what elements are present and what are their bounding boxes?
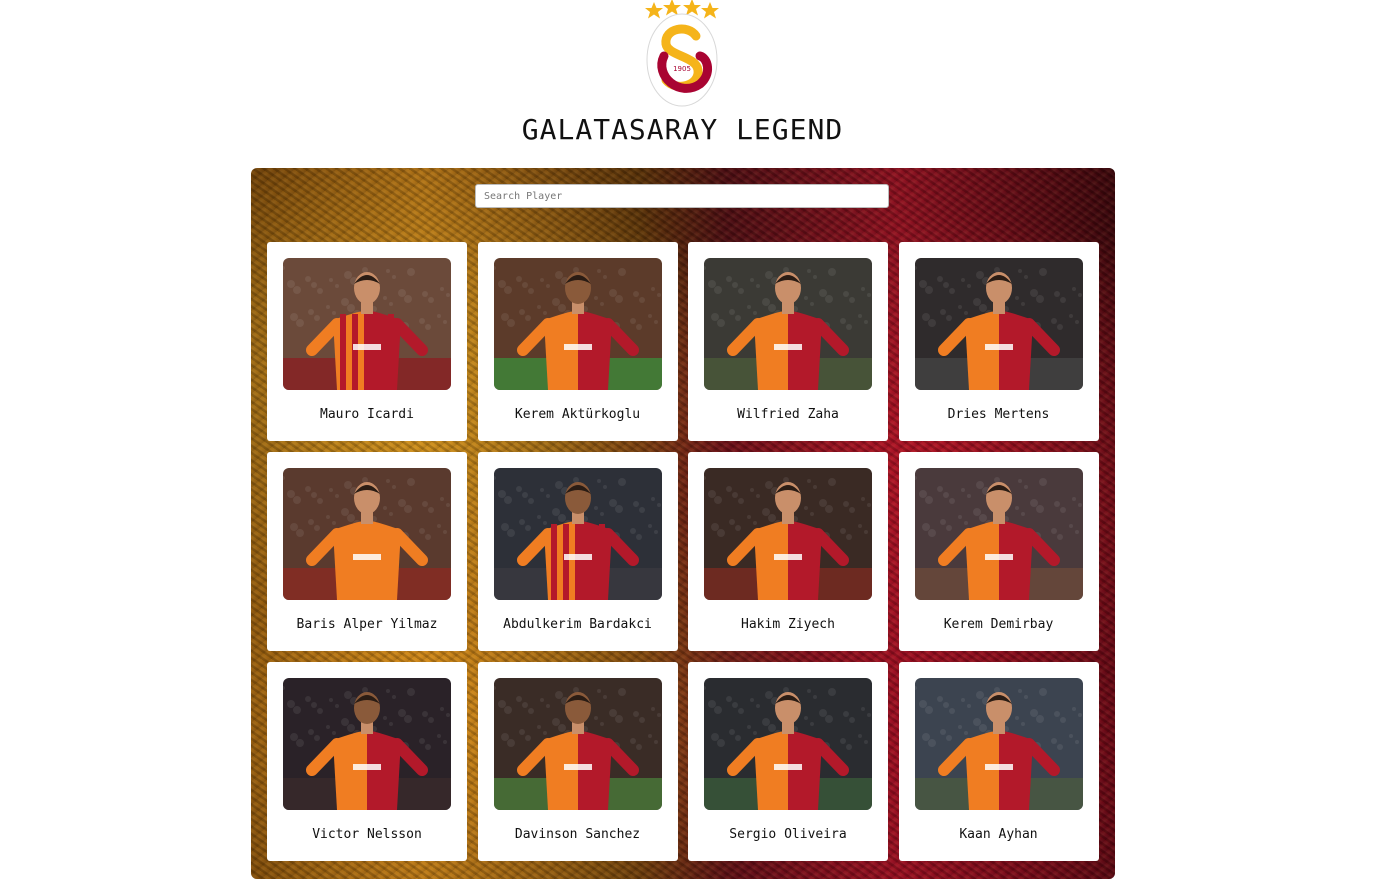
- player-name: Baris Alper Yilmaz: [296, 617, 438, 632]
- page-header: 1905 GALATASARAY LEGEND: [0, 0, 1385, 168]
- player-photo: [493, 468, 662, 600]
- players-panel: Mauro Icardi Kerem Aktürkoglu Wilfried Zah…: [251, 168, 1115, 879]
- player-name: Davinson Sanchez: [514, 827, 641, 842]
- player-photo: [914, 678, 1083, 810]
- player-name: Kaan Ayhan: [959, 827, 1038, 842]
- player-photo: [493, 678, 662, 810]
- player-card[interactable]: Hakim Ziyech: [688, 452, 888, 651]
- player-photo: [914, 468, 1083, 600]
- player-photo: [704, 678, 872, 810]
- player-card[interactable]: Wilfried Zaha: [688, 242, 888, 441]
- player-photo: [493, 258, 662, 390]
- player-photo: [283, 678, 451, 810]
- player-photo: [704, 468, 872, 600]
- player-card[interactable]: Baris Alper Yilmaz: [267, 452, 467, 651]
- player-name: Wilfried Zaha: [737, 407, 839, 422]
- player-photo: [914, 258, 1083, 390]
- player-card[interactable]: Victor Nelsson: [267, 662, 467, 861]
- player-name: Sergio Oliveira: [729, 827, 847, 842]
- player-card[interactable]: Kaan Ayhan: [898, 662, 1099, 861]
- players-grid: Mauro Icardi Kerem Aktürkoglu Wilfried Zah…: [267, 242, 1099, 861]
- player-name: Kerem Aktürkoglu: [514, 407, 641, 422]
- search-input[interactable]: [475, 184, 889, 208]
- player-card[interactable]: Sergio Oliveira: [688, 662, 888, 861]
- player-name: Kerem Demirbay: [943, 617, 1054, 632]
- galatasaray-logo: 1905: [640, 0, 724, 110]
- player-photo: [704, 258, 872, 390]
- player-card[interactable]: Kerem Demirbay: [898, 452, 1099, 651]
- player-photo: [283, 258, 451, 390]
- player-name: Mauro Icardi: [320, 407, 414, 422]
- svg-text:1905: 1905: [673, 65, 691, 73]
- player-card[interactable]: Kerem Aktürkoglu: [477, 242, 678, 441]
- player-card[interactable]: Dries Mertens: [898, 242, 1099, 441]
- player-card[interactable]: Davinson Sanchez: [477, 662, 678, 861]
- player-card[interactable]: Abdulkerim Bardakci: [477, 452, 678, 651]
- player-name: Dries Mertens: [947, 407, 1050, 422]
- player-name: Abdulkerim Bardakci: [503, 617, 652, 632]
- player-name: Hakim Ziyech: [741, 617, 835, 632]
- player-card[interactable]: Mauro Icardi: [267, 242, 467, 441]
- player-photo: [283, 468, 451, 600]
- page-title: GALATASARAY LEGEND: [521, 113, 844, 146]
- player-name: Victor Nelsson: [312, 827, 422, 842]
